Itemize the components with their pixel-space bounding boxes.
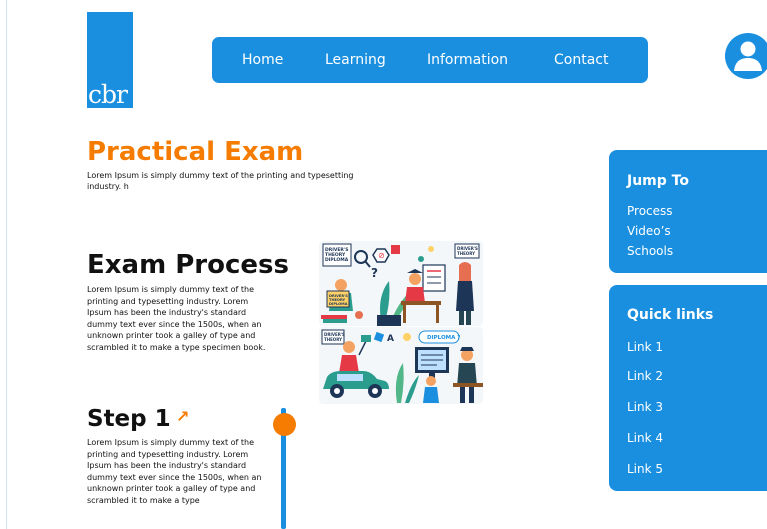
step-1-body: Lorem Ipsum is simply dummy text of the … xyxy=(87,438,262,505)
quick-link-2[interactable]: Link 2 xyxy=(627,368,663,384)
theory-study-illustration: DRIVER'S THEORY DIPLOMA ⊘ ? DRIVER'S THEORY… xyxy=(319,241,483,326)
nav-contact[interactable]: Contact xyxy=(554,51,608,69)
user-icon xyxy=(734,41,762,71)
quick-link-3[interactable]: Link 3 xyxy=(627,399,663,415)
user-avatar[interactable] xyxy=(725,33,767,79)
quick-link-4[interactable]: Link 4 xyxy=(627,430,663,446)
svg-text:A: A xyxy=(387,334,394,344)
jump-to-card: Jump To Process Video’s Schools xyxy=(609,150,767,273)
page-intro: Lorem Ipsum is simply dummy text of the … xyxy=(87,171,354,191)
page-left-border xyxy=(6,0,7,529)
arrow-up-right-icon[interactable]: ↗ xyxy=(176,407,189,426)
main-nav: Home Learning Information Contact xyxy=(212,37,648,83)
sign-right-text: DRIVER'S THEORY xyxy=(457,246,478,256)
step-1-heading: Step 1 xyxy=(87,406,171,432)
logo-text: cbr xyxy=(88,80,128,109)
svg-text:⊘: ⊘ xyxy=(378,251,385,260)
quick-link-1[interactable]: Link 1 xyxy=(627,339,663,355)
exam-process-heading: Exam Process xyxy=(87,250,289,280)
driving-test-illustration: DRIVER'S THEORY A DIPLOMA ? xyxy=(319,327,483,404)
page-title: Practical Exam xyxy=(87,137,304,167)
sign-left-text: DRIVER'S THEORY DIPLOMA xyxy=(325,247,349,263)
jump-link-process[interactable]: Process xyxy=(627,203,673,219)
quick-link-5[interactable]: Link 5 xyxy=(627,461,663,477)
nav-information[interactable]: Information xyxy=(427,51,508,69)
cbr-logo[interactable]: cbr xyxy=(87,12,133,108)
jump-to-title: Jump To xyxy=(627,173,689,189)
jump-link-schools[interactable]: Schools xyxy=(627,243,673,259)
diploma-label-text: DIPLOMA ? xyxy=(427,335,460,341)
svg-text:?: ? xyxy=(371,266,378,280)
nav-home[interactable]: Home xyxy=(242,51,283,69)
quick-links-card: Quick links Link 1 Link 2 Link 3 Link 4 … xyxy=(609,285,767,491)
sign-left-text-2: DRIVER'S THEORY xyxy=(324,332,345,342)
jump-link-videos[interactable]: Video’s xyxy=(627,223,671,239)
timeline-dot xyxy=(273,413,296,436)
nav-learning[interactable]: Learning xyxy=(325,51,386,69)
exam-process-body: Lorem Ipsum is simply dummy text of the … xyxy=(87,285,266,352)
quick-links-title: Quick links xyxy=(627,307,714,323)
